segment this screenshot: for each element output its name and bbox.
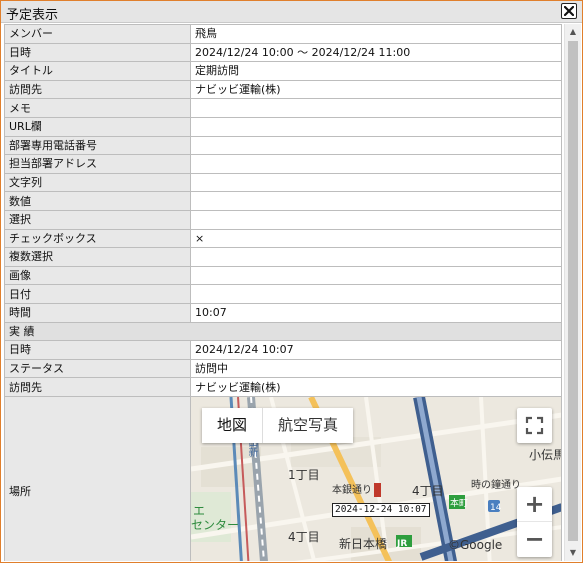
table-row: 部署専用電話番号 bbox=[4, 135, 562, 156]
field-label: 日時 bbox=[4, 340, 191, 360]
map-label-honginza: 本銀通り bbox=[332, 484, 372, 496]
field-value bbox=[190, 135, 562, 156]
table-row: 日時 2024/12/24 10:00 〜 2024/12/24 11:00 bbox=[4, 42, 562, 63]
table-row: 日付 bbox=[4, 284, 562, 304]
map-attribution: ©Google bbox=[448, 537, 503, 552]
close-button[interactable] bbox=[561, 3, 577, 19]
map-label-jr: JR bbox=[397, 538, 408, 549]
table-row: 担当部署アドレス bbox=[4, 154, 562, 174]
table-row: 数値 bbox=[4, 191, 562, 211]
table-row: 選択 bbox=[4, 209, 562, 230]
field-value: × bbox=[190, 228, 562, 249]
field-value bbox=[190, 247, 562, 267]
table-row: 時間 10:07 bbox=[4, 302, 562, 323]
map-label-kodenma: 小伝馬 bbox=[529, 447, 562, 462]
field-label: 画像 bbox=[4, 265, 191, 286]
field-value: 10:07 bbox=[190, 302, 562, 323]
field-value: 定期訪問 bbox=[190, 61, 562, 81]
table-row: URL欄 bbox=[4, 116, 562, 137]
table-row: メモ bbox=[4, 98, 562, 118]
field-value bbox=[190, 284, 562, 304]
detail-table: メンバー 飛鳥 日時 2024/12/24 10:00 〜 2024/12/24 1… bbox=[4, 24, 562, 561]
detail-content: メンバー 飛鳥 日時 2024/12/24 10:00 〜 2024/12/24 1… bbox=[4, 24, 564, 561]
field-value: 2024/12/24 10:07 bbox=[190, 340, 562, 360]
table-row: 画像 bbox=[4, 265, 562, 286]
field-label: 日時 bbox=[4, 42, 191, 63]
scrollbar-thumb[interactable] bbox=[568, 41, 578, 541]
field-label: 数値 bbox=[4, 191, 191, 211]
fullscreen-button[interactable] bbox=[517, 407, 552, 443]
table-row: タイトル 定期訪問 bbox=[4, 61, 562, 81]
map-type-control: 地図 航空写真 bbox=[202, 407, 354, 443]
field-label: 複数選択 bbox=[4, 247, 191, 267]
field-label: メンバー bbox=[4, 24, 191, 44]
field-label: ステータス bbox=[4, 358, 191, 379]
field-label: 日付 bbox=[4, 284, 191, 304]
field-value: ナビッビ運輸(株) bbox=[190, 377, 562, 397]
map-marker-label: 2024-12-24 10:07 bbox=[332, 502, 430, 517]
dialog-title: 予定表示 bbox=[6, 8, 59, 23]
table-row: 複数選択 bbox=[4, 247, 562, 267]
field-value bbox=[190, 265, 562, 286]
field-value: 訪問中 bbox=[190, 358, 562, 379]
field-label: 場所 bbox=[4, 395, 191, 561]
field-label: 担当部署アドレス bbox=[4, 154, 191, 174]
field-label: 文字列 bbox=[4, 172, 191, 193]
table-row: メンバー 飛鳥 bbox=[4, 24, 562, 44]
field-value bbox=[190, 98, 562, 118]
zoom-in-button[interactable]: + bbox=[517, 487, 552, 522]
table-row: 日時 2024/12/24 10:07 bbox=[4, 340, 562, 360]
table-row: ステータス 訪問中 bbox=[4, 358, 562, 379]
field-value bbox=[190, 209, 562, 230]
map-label-4chome: 4丁目 bbox=[412, 483, 444, 498]
field-value: ナビッビ運輸(株) bbox=[190, 79, 562, 100]
field-value bbox=[190, 116, 562, 137]
field-label: 部署専用電話番号 bbox=[4, 135, 191, 156]
field-value: 飛鳥 bbox=[190, 24, 562, 44]
map-label-katakana: エ bbox=[193, 503, 206, 518]
table-row: 文字列 bbox=[4, 172, 562, 193]
map-label-route14: 14 bbox=[490, 502, 502, 513]
field-label: URL欄 bbox=[4, 116, 191, 137]
field-value bbox=[190, 154, 562, 174]
field-value bbox=[190, 172, 562, 193]
schedule-view-dialog: 予定表示 メンバー 飛鳥 日時 2024/12/24 10:00 〜 2024/12… bbox=[0, 0, 583, 563]
section-title: 実 績 bbox=[4, 321, 562, 342]
scroll-down-icon[interactable]: ▼ bbox=[565, 545, 581, 561]
vertical-scrollbar[interactable]: ▲ ▼ bbox=[564, 24, 581, 561]
table-row: チェックボックス × bbox=[4, 228, 562, 249]
field-label: メモ bbox=[4, 98, 191, 118]
map-label-1chome: 1丁目 bbox=[288, 467, 320, 482]
table-row: 訪問先 ナビッビ運輸(株) bbox=[4, 377, 562, 397]
zoom-out-button[interactable]: − bbox=[517, 522, 552, 557]
results-section-header: 実 績 bbox=[4, 321, 562, 342]
field-label: チェックボックス bbox=[4, 228, 191, 249]
field-value: 1丁目 4丁目 4丁目 本銀通り 時の鐘通り 小伝馬 本町 新日本橋 JR 14… bbox=[190, 395, 562, 561]
map-label-4chome-2: 4丁目 bbox=[288, 529, 320, 544]
close-icon bbox=[564, 6, 574, 16]
map-label-honcho: 本町 bbox=[450, 498, 469, 509]
scroll-up-icon[interactable]: ▲ bbox=[565, 24, 581, 40]
field-label: タイトル bbox=[4, 61, 191, 81]
zoom-control: + − bbox=[517, 486, 552, 557]
field-label: 選択 bbox=[4, 209, 191, 230]
table-row: 場所 1丁目 4丁目 4丁目 本銀通り 時の鐘通り 小伝馬 本町 新日本橋 JR… bbox=[4, 395, 562, 561]
title-bar: 予定表示 bbox=[1, 1, 582, 23]
field-label: 時間 bbox=[4, 302, 191, 323]
map-label-shinnihonbashi: 新日本橋 bbox=[339, 536, 388, 551]
field-value: 2024/12/24 10:00 〜 2024/12/24 11:00 bbox=[190, 42, 562, 63]
field-value bbox=[190, 191, 562, 211]
table-row: 訪問先 ナビッビ運輸(株) bbox=[4, 79, 562, 100]
map-label-tokinomichi: 時の鐘通り bbox=[471, 479, 521, 491]
map-type-map-button[interactable]: 地図 bbox=[202, 407, 264, 443]
location-map[interactable]: 1丁目 4丁目 4丁目 本銀通り 時の鐘通り 小伝馬 本町 新日本橋 JR 14… bbox=[191, 397, 562, 561]
field-label: 訪問先 bbox=[4, 377, 191, 397]
field-label: 訪問先 bbox=[4, 79, 191, 100]
map-type-satellite-button[interactable]: 航空写真 bbox=[263, 408, 353, 443]
fullscreen-icon bbox=[525, 416, 544, 434]
